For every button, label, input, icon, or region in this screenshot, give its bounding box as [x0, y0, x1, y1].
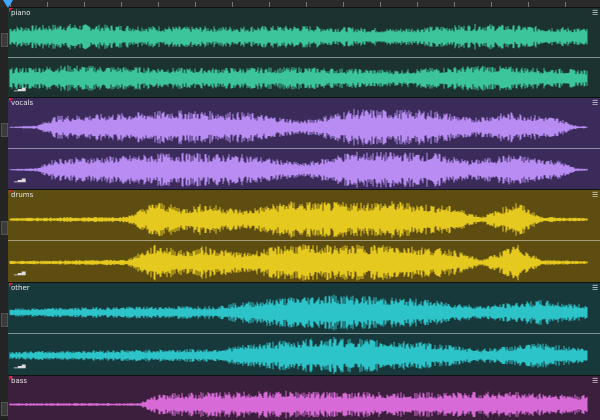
track-name: drums: [11, 191, 34, 199]
track-name: vocals: [11, 99, 34, 107]
playhead-icon[interactable]: [3, 0, 13, 8]
waveform-vocals: [9, 109, 588, 188]
channel-divider: [8, 56, 600, 58]
marker-flag-icon: [9, 283, 13, 287]
menu-icon[interactable]: ☰: [592, 192, 598, 199]
marker-flag-icon: [9, 190, 13, 194]
menu-icon[interactable]: ☰: [592, 285, 598, 292]
waveform-channel: [9, 24, 588, 50]
marker-flag-icon: [9, 8, 13, 12]
waveform-channel: [9, 201, 588, 238]
waveform-bass: [9, 390, 588, 419]
waveform-piano: [9, 24, 588, 92]
gutter-button[interactable]: [1, 33, 8, 47]
level-meter-icon: ▁▃▅: [14, 270, 26, 276]
waveform-channel: [9, 337, 588, 374]
gutter-button[interactable]: [1, 402, 8, 416]
track-name: other: [11, 284, 30, 292]
waveform-other: [9, 294, 588, 374]
track-other[interactable]: other ☰ ▁▃▅: [8, 282, 600, 376]
waveform-channel: [9, 294, 588, 331]
waveform-channel: [9, 244, 588, 281]
track-name: piano: [11, 9, 31, 17]
track-piano[interactable]: piano ☰ ▁▃▅: [8, 7, 600, 98]
track-vocals[interactable]: vocals ☰ ▁▃▅: [8, 97, 600, 190]
menu-icon[interactable]: ☰: [592, 10, 598, 17]
menu-icon[interactable]: ☰: [592, 378, 598, 385]
menu-icon[interactable]: ☰: [592, 100, 598, 107]
waveform-channel: [9, 109, 588, 146]
waveform-channel: [9, 65, 588, 92]
track-drums[interactable]: drums ☰ ▁▃▅: [8, 189, 600, 283]
marker-flag-icon: [9, 376, 13, 380]
channel-divider: [8, 240, 600, 241]
level-meter-icon: ▁▃▅: [14, 363, 26, 369]
waveform-channel: [9, 151, 588, 188]
gutter-button[interactable]: [1, 123, 8, 137]
level-meter-icon: ▁▃▅: [14, 86, 26, 92]
gutter-button[interactable]: [1, 313, 8, 327]
track-name: bass: [11, 377, 28, 385]
track-bass[interactable]: bass ☰: [8, 375, 600, 420]
gutter-button[interactable]: [1, 221, 8, 235]
waveform-drums: [9, 201, 588, 281]
channel-divider: [8, 147, 600, 149]
marker-flag-icon: [9, 98, 13, 102]
channel-divider: [8, 333, 600, 334]
level-meter-icon: ▁▃▅: [14, 177, 26, 183]
waveform-channel: [9, 390, 588, 419]
